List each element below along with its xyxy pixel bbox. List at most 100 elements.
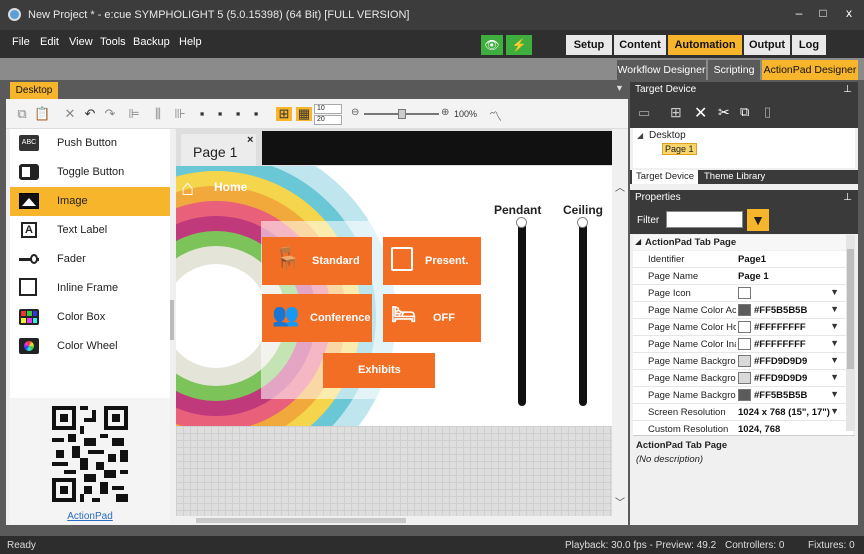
dropdown-arrow-icon[interactable]: ▼ (830, 304, 839, 314)
property-row[interactable]: Page Name Page 1 (633, 268, 853, 285)
property-row[interactable]: Page Name Color Ina #FFFFFFFF ▼ (633, 336, 853, 353)
tab-automation[interactable]: Automation (668, 35, 742, 55)
exhibits-button[interactable]: Exhibits (323, 353, 435, 388)
palette-item-text-label[interactable]: A Text Label (10, 216, 170, 245)
property-row[interactable]: Page Name Color Act #FF5B5B5B ▼ (633, 302, 853, 319)
dropdown-arrow-icon[interactable]: ▼ (830, 338, 839, 348)
palette-item-color-wheel[interactable]: Color Wheel (10, 332, 170, 361)
dropdown-arrow-icon[interactable]: ▼ (830, 372, 839, 382)
redo-icon[interactable]: ↷ (102, 107, 118, 121)
property-scrollbar[interactable] (846, 235, 855, 431)
grid-size-x[interactable]: 10 (314, 104, 342, 114)
order-front-icon[interactable]: ▪ (194, 107, 210, 121)
menu-tools[interactable]: Tools (100, 36, 126, 48)
order-back-icon[interactable]: ▪ (248, 107, 264, 121)
grid-icon[interactable]: ▦ (296, 107, 312, 121)
dropdown-arrow-icon[interactable]: ▼ (830, 389, 839, 399)
dropdown-arrow-icon[interactable]: ▼ (830, 321, 839, 331)
property-value[interactable]: #FFFFFFFF (754, 322, 806, 333)
scroll-up-icon[interactable]: ︿ (615, 179, 625, 194)
tree-expand-icon[interactable]: ◢ (637, 131, 643, 140)
maximize-button[interactable]: □ (812, 6, 834, 24)
menu-backup[interactable]: Backup (133, 36, 170, 48)
close-button[interactable]: x (838, 6, 860, 24)
align-left-icon[interactable]: ⊫ (126, 107, 142, 121)
add-page-icon[interactable]: ▭ (638, 105, 650, 121)
palette-item-fader[interactable]: Fader (10, 245, 170, 274)
menu-help[interactable]: Help (179, 36, 202, 48)
standard-button[interactable]: 🪑 Standard (262, 237, 372, 285)
tree-page-1[interactable]: Page 1 (662, 143, 697, 155)
property-row[interactable]: Page Name Backgrou #FFD9D9D9 ▼ (633, 370, 853, 387)
tab-log[interactable]: Log (792, 35, 826, 55)
pin-icon[interactable]: ⊥ (843, 190, 852, 206)
property-value[interactable]: Page1 (738, 254, 766, 265)
copy-icon[interactable]: ⧉ (14, 107, 30, 121)
property-value[interactable]: 1024, 768 (738, 424, 780, 435)
add-item-icon[interactable]: ⊞ (670, 104, 682, 121)
home-button[interactable]: ⌂ Home (176, 172, 266, 202)
color-swatch[interactable] (738, 338, 751, 350)
property-row[interactable]: Page Name Backgrou #FF5B5B5B ▼ (633, 387, 853, 404)
ceiling-fader-thumb[interactable] (577, 217, 588, 228)
property-value[interactable]: #FFD9D9D9 (754, 373, 807, 384)
order-backward-icon[interactable]: ▪ (230, 107, 246, 121)
property-value[interactable]: Page 1 (738, 271, 769, 282)
tab-page-1[interactable]: Page 1 × (181, 134, 256, 166)
splitter-handle[interactable] (170, 300, 174, 340)
plug-button[interactable]: ⚡ (506, 35, 532, 55)
zoom-slider-thumb[interactable] (398, 109, 406, 119)
undo-icon[interactable]: ↶ (82, 107, 98, 121)
page-tab-close-button[interactable]: × (247, 134, 253, 146)
palette-item-image[interactable]: Image (10, 187, 170, 216)
zoom-in-icon[interactable]: ⊕ (441, 107, 449, 118)
order-forward-icon[interactable]: ▪ (212, 107, 228, 121)
menu-view[interactable]: View (69, 36, 93, 48)
pin-icon[interactable]: ⊥ (843, 82, 852, 98)
property-row[interactable]: Screen Resolution 1024 x 768 (15", 17") ▼ (633, 404, 853, 421)
palette-item-color-box[interactable]: Color Box (10, 303, 170, 332)
pendant-fader-thumb[interactable] (516, 217, 527, 228)
distribute-icon[interactable]: ⊪ (172, 107, 188, 121)
delete-icon[interactable]: ✕ (694, 103, 707, 123)
tab-theme-library[interactable]: Theme Library (702, 170, 767, 184)
color-swatch[interactable] (738, 321, 751, 333)
tab-workflow-designer[interactable]: Workflow Designer (617, 60, 706, 80)
tab-content[interactable]: Content (614, 35, 666, 55)
color-swatch[interactable] (738, 389, 751, 401)
pendant-fader[interactable] (518, 220, 526, 406)
property-row[interactable]: Page Name Backgrou #FFD9D9D9 ▼ (633, 353, 853, 370)
palette-item-toggle-button[interactable]: Toggle Button (10, 158, 170, 187)
dropdown-arrow-icon[interactable]: ▼ (830, 287, 839, 297)
color-swatch[interactable] (738, 355, 751, 367)
property-row[interactable]: Page Icon ▼ (633, 285, 853, 302)
filter-funnel-icon[interactable]: ▼ (747, 209, 769, 231)
panel-menu-icon[interactable]: ▼ (615, 83, 624, 93)
property-value[interactable]: #FFFFFFFF (754, 339, 806, 350)
conference-button[interactable]: 👥 Conference (262, 294, 372, 342)
palette-item-inline-frame[interactable]: Inline Frame (10, 274, 170, 303)
tree-desktop[interactable]: Desktop (649, 130, 686, 141)
palette-item-push-button[interactable]: ABC Push Button (10, 129, 170, 158)
preview-eye-button[interactable]: 👁 (481, 35, 503, 55)
tab-scripting[interactable]: Scripting (708, 60, 760, 80)
desktop-tab[interactable]: Desktop (10, 82, 58, 99)
copy-icon[interactable]: ⧉ (740, 104, 749, 120)
property-value[interactable]: 1024 x 768 (15", 17") (738, 407, 830, 418)
property-value[interactable]: #FF5B5B5B (754, 390, 807, 401)
property-row[interactable]: Identifier Page1 (633, 251, 853, 268)
ceiling-fader[interactable] (579, 220, 587, 406)
menu-edit[interactable]: Edit (40, 36, 59, 48)
canvas-horizontal-scrollbar[interactable] (176, 516, 612, 525)
actionpad-link[interactable]: ActionPad (10, 511, 170, 522)
menu-file[interactable]: File (12, 36, 30, 48)
color-swatch[interactable] (738, 304, 751, 316)
line-chart-icon[interactable]: 〽 (489, 106, 502, 125)
dropdown-arrow-icon[interactable]: ▼ (830, 355, 839, 365)
property-value[interactable]: #FFD9D9D9 (754, 356, 807, 367)
off-button[interactable]: 🛏 OFF (383, 294, 481, 342)
minimize-button[interactable]: – (788, 6, 810, 24)
delete-icon[interactable]: ✕ (62, 107, 78, 121)
tab-output[interactable]: Output (744, 35, 790, 55)
paste-icon[interactable]: ▯ (764, 104, 771, 120)
